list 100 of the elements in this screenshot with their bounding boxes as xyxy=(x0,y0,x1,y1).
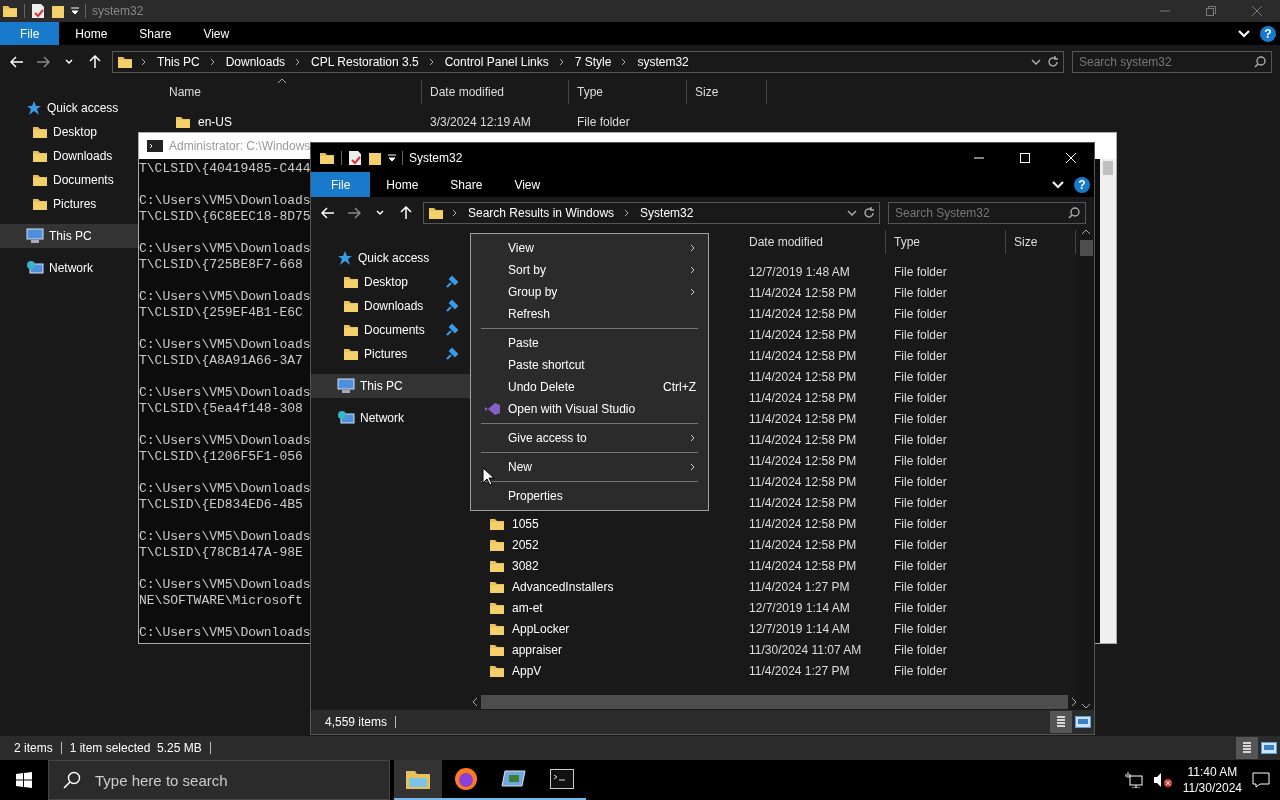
ribbon-tab[interactable]: Home xyxy=(59,22,124,45)
console-line: T\CLSID\{40419485-C444 xyxy=(139,161,311,177)
file-name[interactable]: AppV xyxy=(512,663,542,678)
refresh-icon xyxy=(1047,55,1059,68)
file-name[interactable]: AdvancedInstallers xyxy=(512,579,614,594)
date-modified: 11/4/2024 12:58 PM xyxy=(748,348,858,363)
breadcrumb-item[interactable]: System32 xyxy=(638,205,696,220)
ribbon-tab[interactable]: Share xyxy=(123,22,188,45)
nav-item[interactable]: This PC xyxy=(0,224,138,248)
scrollbar-thumb[interactable] xyxy=(1079,240,1093,256)
nav-item[interactable]: Desktop xyxy=(0,120,138,144)
console-line: T\CLSID\{78CB147A-98E xyxy=(139,545,303,561)
file-type: File folder xyxy=(893,453,948,468)
file-name[interactable]: 2052 xyxy=(512,537,539,552)
browser-icon xyxy=(454,767,478,791)
breadcrumb-item[interactable]: CPL Restoration 3.5 xyxy=(309,54,421,69)
file-tab[interactable]: File xyxy=(311,172,371,197)
pin-icon[interactable] xyxy=(445,347,459,361)
menu-item[interactable]: Undo Delete Ctrl+Z xyxy=(473,376,706,398)
folder-icon xyxy=(32,125,48,139)
file-name[interactable]: en-US xyxy=(198,114,232,129)
file-name[interactable]: 1055 xyxy=(512,516,539,531)
details-view-button[interactable] xyxy=(1050,711,1072,733)
close-icon xyxy=(1252,6,1262,16)
scrollbar-thumb[interactable] xyxy=(1103,161,1113,175)
column-header[interactable]: Size xyxy=(1006,230,1076,254)
address-bar[interactable]: Search Results in Windows System32 xyxy=(423,201,880,224)
horizontal-scrollbar[interactable] xyxy=(471,694,1078,710)
nav-item[interactable]: Network xyxy=(311,406,471,430)
breadcrumb-item[interactable]: system32 xyxy=(635,54,691,69)
clock-time[interactable]: 11:40 AM xyxy=(1187,764,1238,780)
nav-item[interactable]: This PC xyxy=(311,374,471,398)
details-view-button[interactable] xyxy=(1236,737,1258,759)
menu-item[interactable]: Give access to xyxy=(473,427,706,449)
console-line: T\CLSID\{1206F5F1-056 xyxy=(139,449,303,465)
nav-item[interactable]: Pictures xyxy=(0,192,138,216)
date-modified: 11/4/2024 12:58 PM xyxy=(748,495,858,510)
clock-date[interactable]: 11/30/2024 xyxy=(1182,780,1242,796)
pin-icon[interactable] xyxy=(445,299,459,313)
folder-icon xyxy=(489,537,505,552)
console-line: C:\Users\VM5\Downloads xyxy=(139,193,311,209)
breadcrumb-item[interactable]: Search Results in Windows xyxy=(466,205,617,220)
large-icons-view-icon xyxy=(1261,742,1277,754)
ribbon-tab[interactable]: View xyxy=(187,22,246,45)
column-header[interactable]: Type xyxy=(569,80,687,104)
column-header[interactable]: Date modified xyxy=(422,80,569,104)
help-button[interactable]: ? xyxy=(1260,25,1276,42)
file-name[interactable]: am-et xyxy=(512,600,543,615)
breadcrumb-item[interactable]: 7 Style xyxy=(572,54,614,69)
nav-item[interactable]: Documents xyxy=(0,168,138,192)
expand-ribbon-icon xyxy=(1052,180,1064,189)
address-bar[interactable]: This PC Downloads CPL Restoration 3.5 Control Panel Links 7 Style system32 xyxy=(112,50,1064,73)
menu-item[interactable]: Paste shortcut xyxy=(473,354,706,376)
file-type: File folder xyxy=(893,369,948,384)
column-header[interactable]: Type xyxy=(886,230,1006,254)
file-tab[interactable]: File xyxy=(0,22,60,45)
scrollbar-thumb[interactable] xyxy=(481,695,1068,709)
date-modified: 11/4/2024 12:58 PM xyxy=(748,285,858,300)
breadcrumb-item[interactable]: Control Panel Links xyxy=(442,54,551,69)
ribbon-tab[interactable]: View xyxy=(498,172,557,197)
chevron-icon xyxy=(452,208,458,217)
search-field[interactable]: Search System32 xyxy=(888,201,1086,224)
console-line: T\CLSID\{5ea4f148-308 xyxy=(139,401,303,417)
breadcrumb-item[interactable]: Downloads xyxy=(223,54,288,69)
file-type: File folder xyxy=(893,579,948,594)
menu-item[interactable]: Open with Visual Studio xyxy=(473,398,706,420)
large-icons-view-icon xyxy=(1075,716,1091,728)
menu-item[interactable]: Properties xyxy=(473,485,706,507)
taskbar-search-field[interactable]: Type here to search xyxy=(93,770,389,790)
column-header[interactable]: Date modified xyxy=(741,230,886,254)
chevron-icon xyxy=(624,208,631,217)
file-type: File folder xyxy=(893,474,948,489)
nav-item[interactable]: Network xyxy=(0,256,138,280)
console-line: C:\Users\VM5\Downloads xyxy=(139,625,311,641)
ribbon-tab[interactable]: Share xyxy=(434,172,499,197)
taskbar-app[interactable] xyxy=(394,760,442,800)
vertical-scrollbar[interactable] xyxy=(1100,159,1116,643)
nav-item[interactable]: Downloads xyxy=(0,144,138,168)
pin-icon[interactable] xyxy=(445,323,459,337)
menu-item[interactable]: Sort by xyxy=(473,259,706,281)
nav-item[interactable]: Quick access xyxy=(0,96,138,120)
search-field[interactable]: Search system32 xyxy=(1072,50,1272,73)
column-header[interactable]: Name xyxy=(157,80,422,104)
breadcrumb-item[interactable]: This PC xyxy=(155,54,202,69)
ribbon-tab[interactable]: Home xyxy=(370,172,435,197)
menu-item[interactable]: Paste xyxy=(473,332,706,354)
pin-icon[interactable] xyxy=(445,275,459,289)
date-modified: 11/4/2024 12:58 PM xyxy=(748,432,858,447)
file-name[interactable]: 3082 xyxy=(512,558,539,573)
column-header[interactable]: Size xyxy=(687,80,767,104)
menu-item[interactable]: Group by xyxy=(473,281,706,303)
menu-item[interactable]: View xyxy=(473,237,706,259)
menu-item[interactable]: New xyxy=(473,456,706,478)
taskbar-search-box[interactable]: Type here to search xyxy=(48,760,390,800)
menu-item[interactable]: Refresh xyxy=(473,303,706,325)
nav-item[interactable]: Quick access xyxy=(311,246,471,270)
file-name[interactable]: appraiser xyxy=(512,642,563,657)
file-name[interactable]: AppLocker xyxy=(512,621,570,636)
help-button[interactable]: ? xyxy=(1074,176,1090,193)
chevron-icon xyxy=(558,57,565,66)
